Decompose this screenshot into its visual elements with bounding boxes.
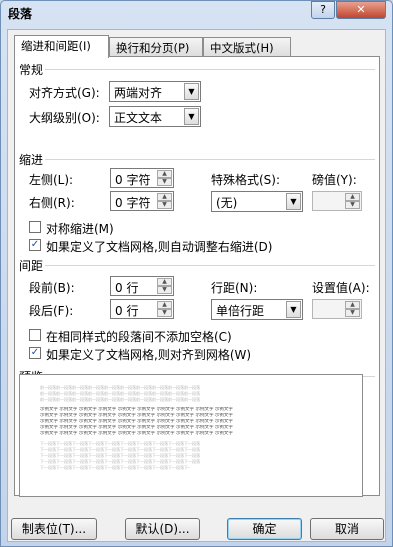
spin-down-icon[interactable]: ▼: [157, 309, 172, 317]
spin-down-icon[interactable]: ▼: [157, 201, 172, 209]
spin-down-icon[interactable]: ▼: [345, 201, 360, 209]
dialog-body: 缩进和间距(I) 换行和分页(P) 中文版式(H) 常规 对齐方式(G): 两端…: [7, 29, 386, 542]
right-indent-value: 0 字符: [115, 196, 151, 210]
special-indent-value: (无): [216, 196, 238, 210]
checkmark-icon[interactable]: ✓: [29, 347, 41, 359]
spin-down-icon[interactable]: ▼: [345, 309, 360, 317]
by-label: 磅值(Y):: [312, 173, 357, 187]
preview-previous-paragraph: 前一段落前一段落前一段落前一段落前一段落前一段落前一段落前一段落前一段落前一段落: [40, 385, 200, 390]
ok-button[interactable]: 确定: [227, 518, 302, 540]
outline-level-value: 正文文本: [114, 111, 163, 125]
spacing-at-label: 设置值(A):: [312, 281, 370, 295]
checkbox-box[interactable]: [29, 221, 41, 233]
divider: [45, 69, 375, 70]
left-indent-value: 0 字符: [115, 173, 151, 187]
tab-line-page-breaks[interactable]: 换行和分页(P): [109, 37, 203, 57]
chevron-down-icon[interactable]: ▼: [286, 193, 301, 210]
tab-asian-typography[interactable]: 中文版式(H): [203, 37, 291, 57]
checkbox-box[interactable]: [29, 329, 41, 341]
spin-up-icon[interactable]: ▲: [157, 170, 172, 178]
alignment-value: 两端对齐: [114, 86, 163, 100]
no-space-same-style-label: 在相同样式的段落间不添加空格(C): [46, 330, 232, 344]
right-indent-spinner[interactable]: 0 字符 ▲ ▼: [110, 191, 174, 211]
outline-level-label: 大纲级别(O):: [29, 111, 100, 125]
cancel-button[interactable]: 取消: [310, 518, 384, 540]
spacing-before-label: 段前(B):: [29, 281, 75, 295]
outline-level-select[interactable]: 正文文本 ▼: [109, 106, 201, 127]
preview-previous-paragraph: 前一段落前一段落前一段落前一段落前一段落前一段落前一段落前一段落前一段落前一段落: [40, 391, 200, 396]
paragraph-dialog: 段落 ? ✕ 缩进和间距(I) 换行和分页(P) 中文版式(H) 常规 对齐方式…: [0, 0, 393, 547]
tabs-button[interactable]: 制表位(T)...: [11, 518, 97, 540]
divider: [45, 265, 375, 266]
auto-adjust-indent-label: 如果定义了文档网格,则自动调整右缩进(D): [46, 240, 273, 254]
alignment-select[interactable]: 两端对齐 ▼: [109, 81, 201, 102]
spin-up-icon[interactable]: ▲: [157, 193, 172, 201]
chevron-down-icon[interactable]: ▼: [184, 108, 199, 125]
help-button[interactable]: ?: [311, 1, 335, 19]
spacing-at-spinner[interactable]: ▲ ▼: [312, 299, 362, 319]
spacing-after-spinner[interactable]: 0 行 ▲ ▼: [110, 299, 174, 319]
spacing-heading: 间距: [19, 259, 44, 273]
indent-heading: 缩进: [19, 153, 44, 167]
chevron-down-icon[interactable]: ▼: [286, 301, 301, 318]
special-indent-label: 特殊格式(S):: [211, 173, 281, 187]
spin-up-icon[interactable]: ▲: [157, 301, 172, 309]
spacing-before-spinner[interactable]: 0 行 ▲ ▼: [110, 276, 174, 296]
spacing-before-value: 0 行: [115, 281, 139, 295]
spin-up-icon[interactable]: ▲: [345, 193, 360, 201]
preview-next-paragraph: 下一段落下一段落下一段落下一段落下一段落下一段落下一段落下一段落下一段落下一段落: [40, 465, 190, 470]
preview-next-paragraph: 下一段落下一段落下一段落下一段落下一段落下一段落下一段落下一段落下一段落下一段落: [40, 459, 200, 464]
divider: [45, 159, 375, 160]
mirror-indents-label: 对称缩进(M): [46, 222, 114, 236]
preview-sample-text: 示例文字 示例文字 示例文字 示例文字 示例文字 示例文字 示例文字 示例文字 …: [40, 407, 233, 412]
snap-to-grid-label: 如果定义了文档网格,则对齐到网格(W): [46, 348, 252, 362]
left-indent-label: 左侧(L):: [29, 173, 74, 187]
preview-next-paragraph: 下一段落下一段落下一段落下一段落下一段落下一段落下一段落下一段落下一段落下一段落: [40, 447, 200, 452]
left-indent-spinner[interactable]: 0 字符 ▲ ▼: [110, 168, 174, 188]
preview-sample-text: 示例文字 示例文字 示例文字 示例文字 示例文字 示例文字 示例文字 示例文字 …: [40, 425, 233, 430]
preview-sample-text: 示例文字 示例文字 示例文字 示例文字 示例文字 示例文字 示例文字 示例文字 …: [40, 413, 233, 418]
preview-box: 前一段落前一段落前一段落前一段落前一段落前一段落前一段落前一段落前一段落前一段落…: [19, 374, 363, 497]
alignment-label: 对齐方式(G):: [29, 86, 100, 100]
line-spacing-label: 行距(N):: [211, 281, 258, 295]
spacing-after-value: 0 行: [115, 304, 139, 318]
dialog-title: 段落: [8, 7, 33, 21]
general-heading: 常规: [19, 63, 44, 77]
spacing-after-label: 段后(F):: [29, 304, 74, 318]
title-bar: 段落 ? ✕: [1, 1, 392, 27]
spin-up-icon[interactable]: ▲: [345, 301, 360, 309]
by-spinner[interactable]: ▲ ▼: [312, 191, 362, 211]
preview-next-paragraph: 下一段落下一段落下一段落下一段落下一段落下一段落下一段落下一段落下一段落下一段落: [40, 441, 200, 446]
special-indent-select[interactable]: (无) ▼: [211, 191, 303, 212]
preview-next-paragraph: 下一段落下一段落下一段落下一段落下一段落下一段落下一段落下一段落下一段落下一段落: [40, 453, 200, 458]
preview-previous-paragraph: 前一段落前一段落前一段落前一段落前一段落前一段落前一段落前一段落前一段落前一段落: [40, 397, 200, 402]
right-indent-label: 右侧(R):: [29, 196, 75, 210]
spin-down-icon[interactable]: ▼: [157, 178, 172, 186]
tab-indents-spacing[interactable]: 缩进和间距(I): [14, 35, 109, 58]
line-spacing-select[interactable]: 单倍行距 ▼: [211, 299, 303, 320]
line-spacing-value: 单倍行距: [216, 304, 265, 318]
set-default-button[interactable]: 默认(D)...: [125, 518, 200, 540]
spin-up-icon[interactable]: ▲: [157, 278, 172, 286]
checkmark-icon[interactable]: ✓: [29, 239, 41, 251]
chevron-down-icon[interactable]: ▼: [184, 83, 199, 100]
preview-sample-text: 示例文字 示例文字 示例文字 示例文字 示例文字 示例文字 示例文字 示例文字 …: [40, 419, 233, 424]
preview-sample-text: 示例文字 示例文字 示例文字 示例文字 示例文字 示例文字 示例文字 示例文字 …: [40, 431, 233, 436]
close-button[interactable]: ✕: [336, 1, 386, 19]
spin-down-icon[interactable]: ▼: [157, 286, 172, 294]
